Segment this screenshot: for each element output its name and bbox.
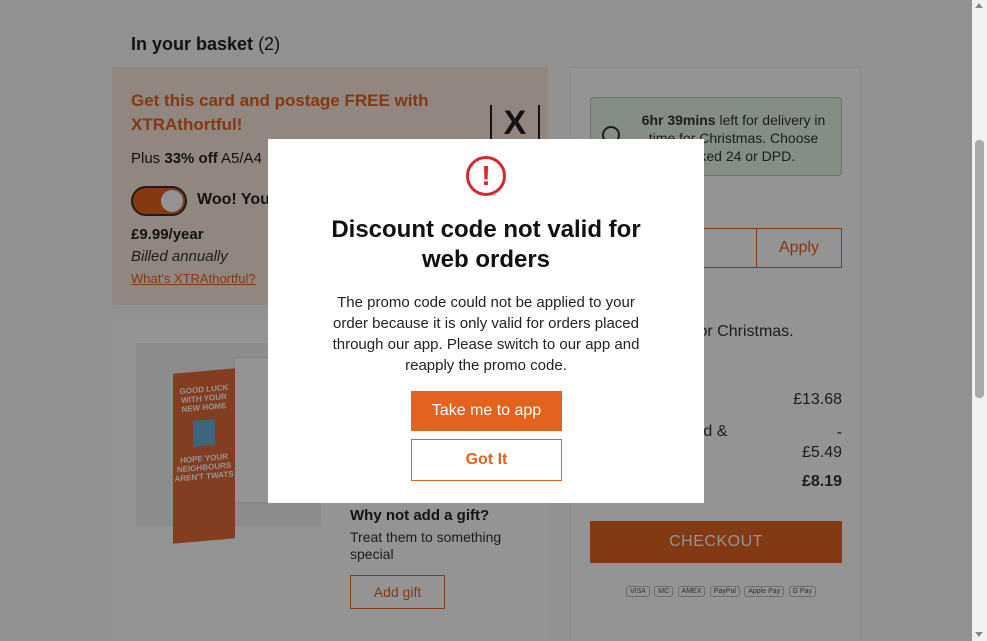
page-scrollbar[interactable]	[972, 0, 987, 641]
take-me-to-app-button[interactable]: Take me to app	[411, 391, 562, 431]
dialog-message: The promo code could not be applied to y…	[332, 294, 640, 374]
got-it-button[interactable]: Got It	[411, 439, 562, 481]
scrollbar-thumb[interactable]	[975, 140, 984, 398]
discount-error-dialog: ! Discount code not valid for web orders…	[268, 139, 704, 503]
scroll-down-arrow-icon[interactable]	[975, 632, 983, 637]
dialog-title: Discount code not valid for web orders	[331, 216, 641, 273]
alert-icon: !	[466, 156, 506, 196]
scroll-up-arrow-icon[interactable]	[975, 3, 983, 8]
